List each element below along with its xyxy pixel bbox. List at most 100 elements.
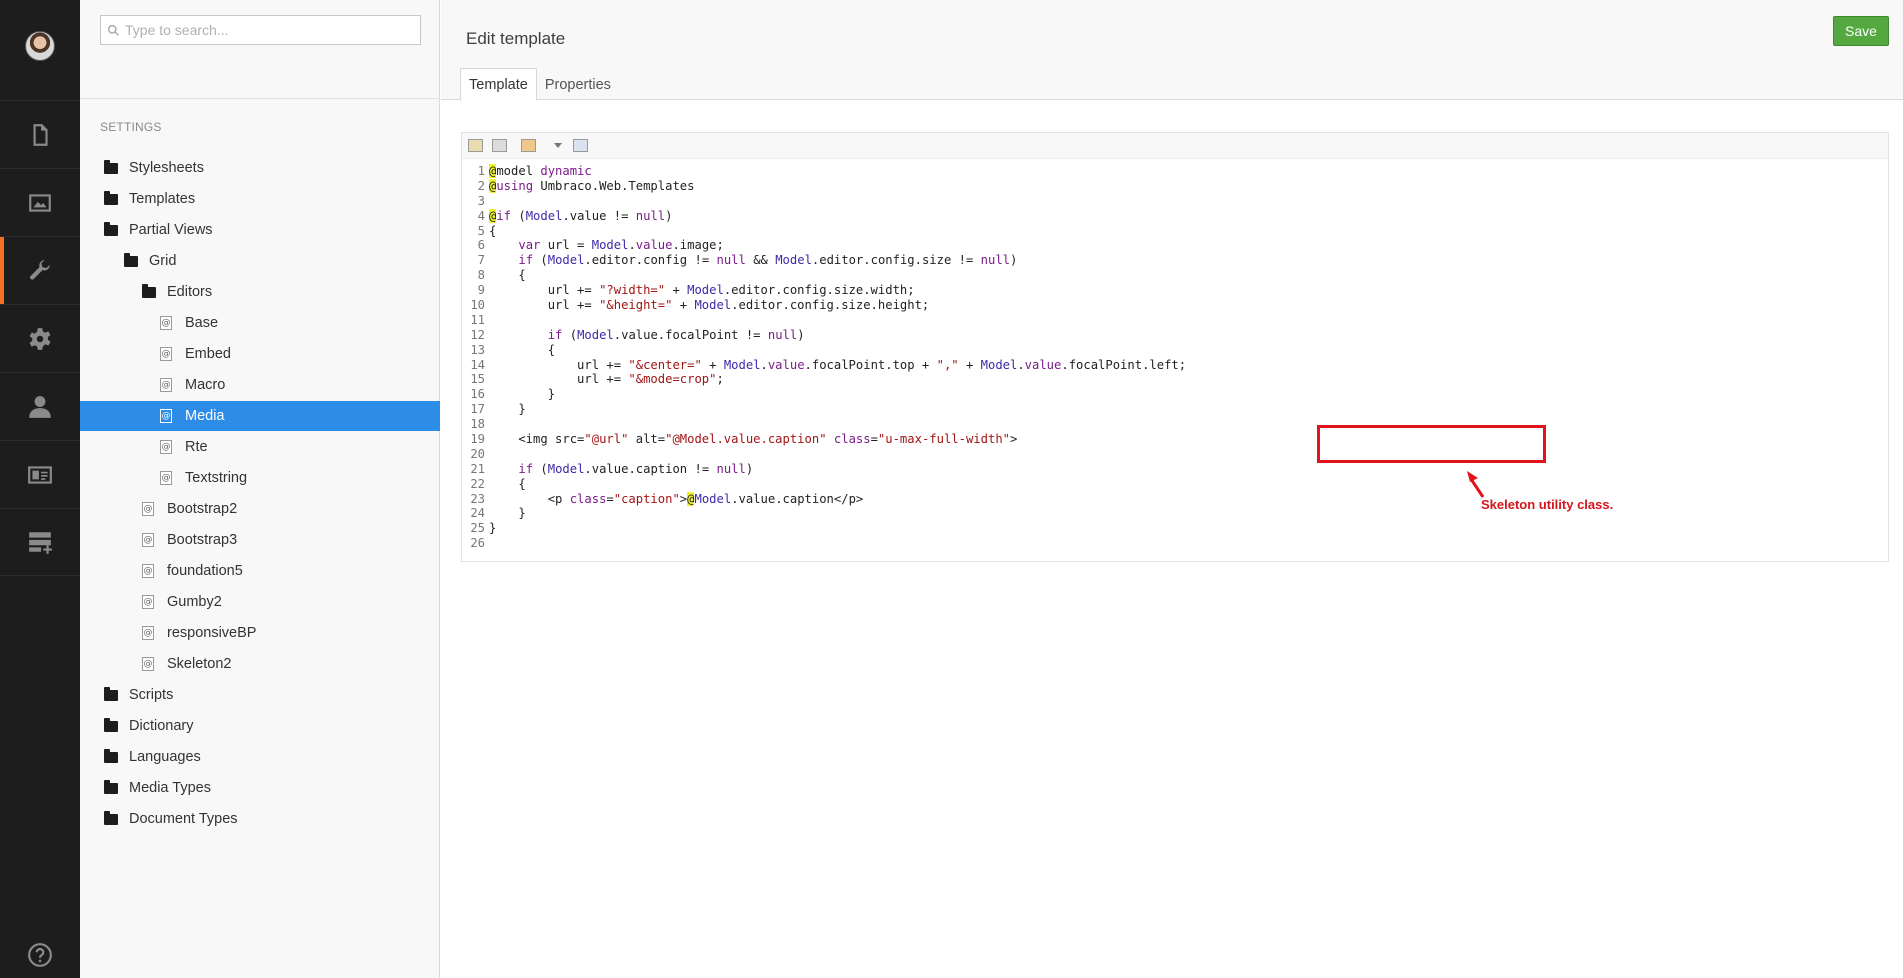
code-line: 26 bbox=[462, 536, 1888, 551]
editor-toolbar bbox=[462, 133, 1888, 159]
code-token: if bbox=[496, 208, 512, 223]
line-number: 26 bbox=[470, 536, 485, 551]
code-token: = bbox=[870, 432, 878, 447]
code-text: } bbox=[489, 402, 525, 417]
code-token: ) bbox=[1010, 253, 1018, 268]
code-line: 7 if (Model.editor.config != null && Mod… bbox=[462, 253, 1888, 268]
members-icon[interactable] bbox=[0, 440, 80, 508]
tree-item-foundation5[interactable]: @ foundation5 bbox=[80, 556, 440, 586]
tree-item-embed[interactable]: @ Embed bbox=[80, 339, 440, 369]
code-token: url += bbox=[489, 372, 629, 387]
tab-properties[interactable]: Properties bbox=[537, 68, 619, 101]
tree-item-scripts[interactable]: Scripts bbox=[80, 680, 440, 710]
line-number: 16 bbox=[470, 387, 485, 402]
code-token: "caption" bbox=[613, 491, 680, 506]
code-token: + bbox=[958, 357, 981, 372]
code-line: 18 bbox=[462, 417, 1888, 432]
code-text: { bbox=[489, 343, 555, 358]
code-text: <p class="caption">@Model.value.caption<… bbox=[489, 491, 863, 507]
code-line: 15 url += "&mode=crop"; bbox=[462, 372, 1888, 387]
code-line: 24 } bbox=[462, 506, 1888, 521]
tree-item-editors[interactable]: Editors bbox=[80, 277, 440, 307]
tree-item-bootstrap3[interactable]: @ Bootstrap3 bbox=[80, 525, 440, 555]
tree-item-base[interactable]: @ Base bbox=[80, 308, 440, 338]
tree-item-macro[interactable]: @ Macro bbox=[80, 370, 440, 400]
tree-item-skeleton2[interactable]: @ Skeleton2 bbox=[80, 649, 440, 679]
insert-page-field-icon[interactable] bbox=[468, 139, 483, 152]
code-line: 20 bbox=[462, 447, 1888, 462]
line-number: 8 bbox=[477, 268, 485, 283]
tree-item-label: Dictionary bbox=[129, 718, 194, 734]
tree-item-document-types[interactable]: Document Types bbox=[80, 804, 440, 834]
help-icon[interactable] bbox=[0, 940, 80, 970]
user-avatar[interactable] bbox=[25, 31, 55, 61]
code-line: 19 <img src="@url" alt="@Model.value.cap… bbox=[462, 432, 1888, 447]
media-icon[interactable] bbox=[0, 168, 80, 236]
code-token: Model bbox=[577, 327, 614, 342]
tree-item-stylesheets[interactable]: Stylesheets bbox=[80, 153, 440, 183]
tree-item-label: Rte bbox=[185, 439, 208, 455]
developer-gear-icon[interactable] bbox=[0, 304, 80, 372]
code-text: if (Model.value.focalPoint != null) bbox=[489, 328, 805, 343]
code-line: 1 @model dynamic bbox=[462, 164, 1888, 179]
code-token: Model bbox=[591, 238, 629, 253]
code-token: if bbox=[518, 253, 534, 268]
code-token: && bbox=[745, 253, 776, 268]
line-number: 13 bbox=[470, 342, 485, 357]
tree-item-label: Languages bbox=[129, 749, 201, 765]
file-icon: @ bbox=[142, 595, 154, 609]
tree-item-gumby2[interactable]: @ Gumby2 bbox=[80, 587, 440, 617]
tree-item-label: Partial Views bbox=[129, 222, 213, 238]
tree-item-textstring[interactable]: @ Textstring bbox=[80, 463, 440, 493]
tree-item-label: Bootstrap3 bbox=[167, 532, 238, 548]
tab-template[interactable]: Template bbox=[460, 68, 537, 101]
settings-wrench-icon[interactable] bbox=[0, 236, 80, 304]
content-icon[interactable] bbox=[0, 100, 80, 168]
code-token: url = bbox=[540, 238, 592, 253]
code-token: "u-max-full-width" bbox=[877, 432, 1010, 447]
code-token: url += bbox=[489, 298, 600, 313]
tree-item-responsivebp[interactable]: @ responsiveBP bbox=[80, 618, 440, 648]
tree-item-dictionary[interactable]: Dictionary bbox=[80, 711, 440, 741]
query-builder-icon[interactable] bbox=[573, 139, 588, 152]
code-token: Model bbox=[723, 357, 761, 372]
tree-item-partial-views[interactable]: Partial Views bbox=[80, 215, 440, 245]
search-input[interactable] bbox=[125, 19, 415, 41]
folder-icon bbox=[104, 748, 118, 764]
line-number: 22 bbox=[470, 476, 485, 491]
tree-item-bootstrap2[interactable]: @ Bootstrap2 bbox=[80, 494, 440, 524]
insert-dictionary-icon[interactable] bbox=[521, 139, 536, 152]
forms-icon[interactable] bbox=[0, 508, 80, 576]
file-icon: @ bbox=[160, 378, 172, 392]
code-text: { bbox=[489, 224, 496, 239]
tree-item-label: Textstring bbox=[185, 470, 248, 486]
code-editor[interactable]: 1 @model dynamic 2 @using Umbraco.Web.Templ… bbox=[461, 132, 1889, 562]
save-button[interactable]: Save bbox=[1833, 16, 1889, 46]
tree-item-media-types[interactable]: Media Types bbox=[80, 773, 440, 803]
code-token: Model bbox=[775, 253, 812, 268]
code-token: Model bbox=[547, 253, 585, 268]
tree-item-label: responsiveBP bbox=[167, 625, 257, 641]
folder-icon bbox=[124, 252, 138, 268]
file-icon: @ bbox=[142, 502, 154, 516]
line-number: 21 bbox=[470, 461, 485, 476]
tree-item-label: Templates bbox=[129, 191, 196, 207]
tree-item-media[interactable]: @ Media bbox=[80, 401, 440, 431]
tree-item-grid[interactable]: Grid bbox=[80, 246, 440, 276]
line-number: 14 bbox=[470, 357, 485, 372]
tree-item-languages[interactable]: Languages bbox=[80, 742, 440, 772]
line-number: 5 bbox=[477, 223, 485, 238]
tree-item-rte[interactable]: @ Rte bbox=[80, 432, 440, 462]
users-icon[interactable] bbox=[0, 372, 80, 440]
tree-section-title: SETTINGS bbox=[100, 120, 162, 134]
dropdown-arrow-icon[interactable] bbox=[554, 143, 562, 148]
tree-item-templates[interactable]: Templates bbox=[80, 184, 440, 214]
folder-icon bbox=[104, 779, 118, 795]
code-token: } bbox=[489, 387, 556, 402]
page-title: Edit template bbox=[466, 29, 566, 48]
code-line: 16 } bbox=[462, 387, 1888, 402]
code-text: @using Umbraco.Web.Templates bbox=[489, 178, 694, 194]
folder-icon bbox=[104, 190, 118, 206]
insert-macro-icon[interactable] bbox=[492, 139, 507, 152]
